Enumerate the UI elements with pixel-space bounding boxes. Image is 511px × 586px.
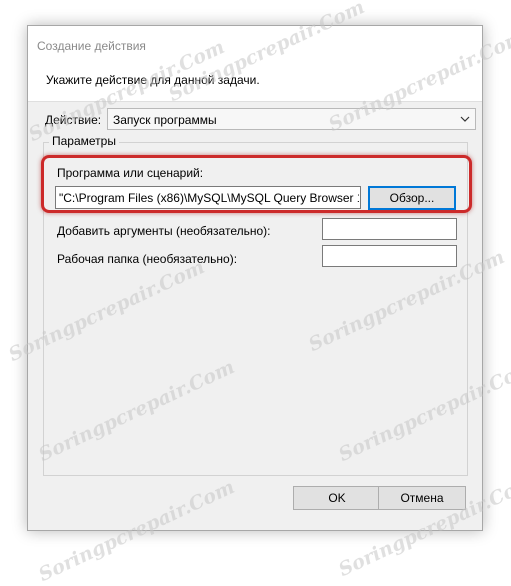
arguments-input[interactable] [322, 218, 457, 240]
parameters-group-label: Параметры [49, 134, 119, 148]
arguments-label: Добавить аргументы (необязательно): [57, 224, 271, 238]
dialog-title: Создание действия [37, 39, 146, 53]
chevron-down-icon [460, 116, 470, 122]
working-folder-label: Рабочая папка (необязательно): [57, 252, 238, 266]
ok-button[interactable]: OK [293, 486, 381, 510]
action-dropdown[interactable]: Запуск программы [107, 108, 476, 130]
working-folder-input[interactable] [322, 245, 457, 267]
program-highlight-frame [41, 155, 472, 213]
action-dropdown-value: Запуск программы [113, 113, 217, 127]
